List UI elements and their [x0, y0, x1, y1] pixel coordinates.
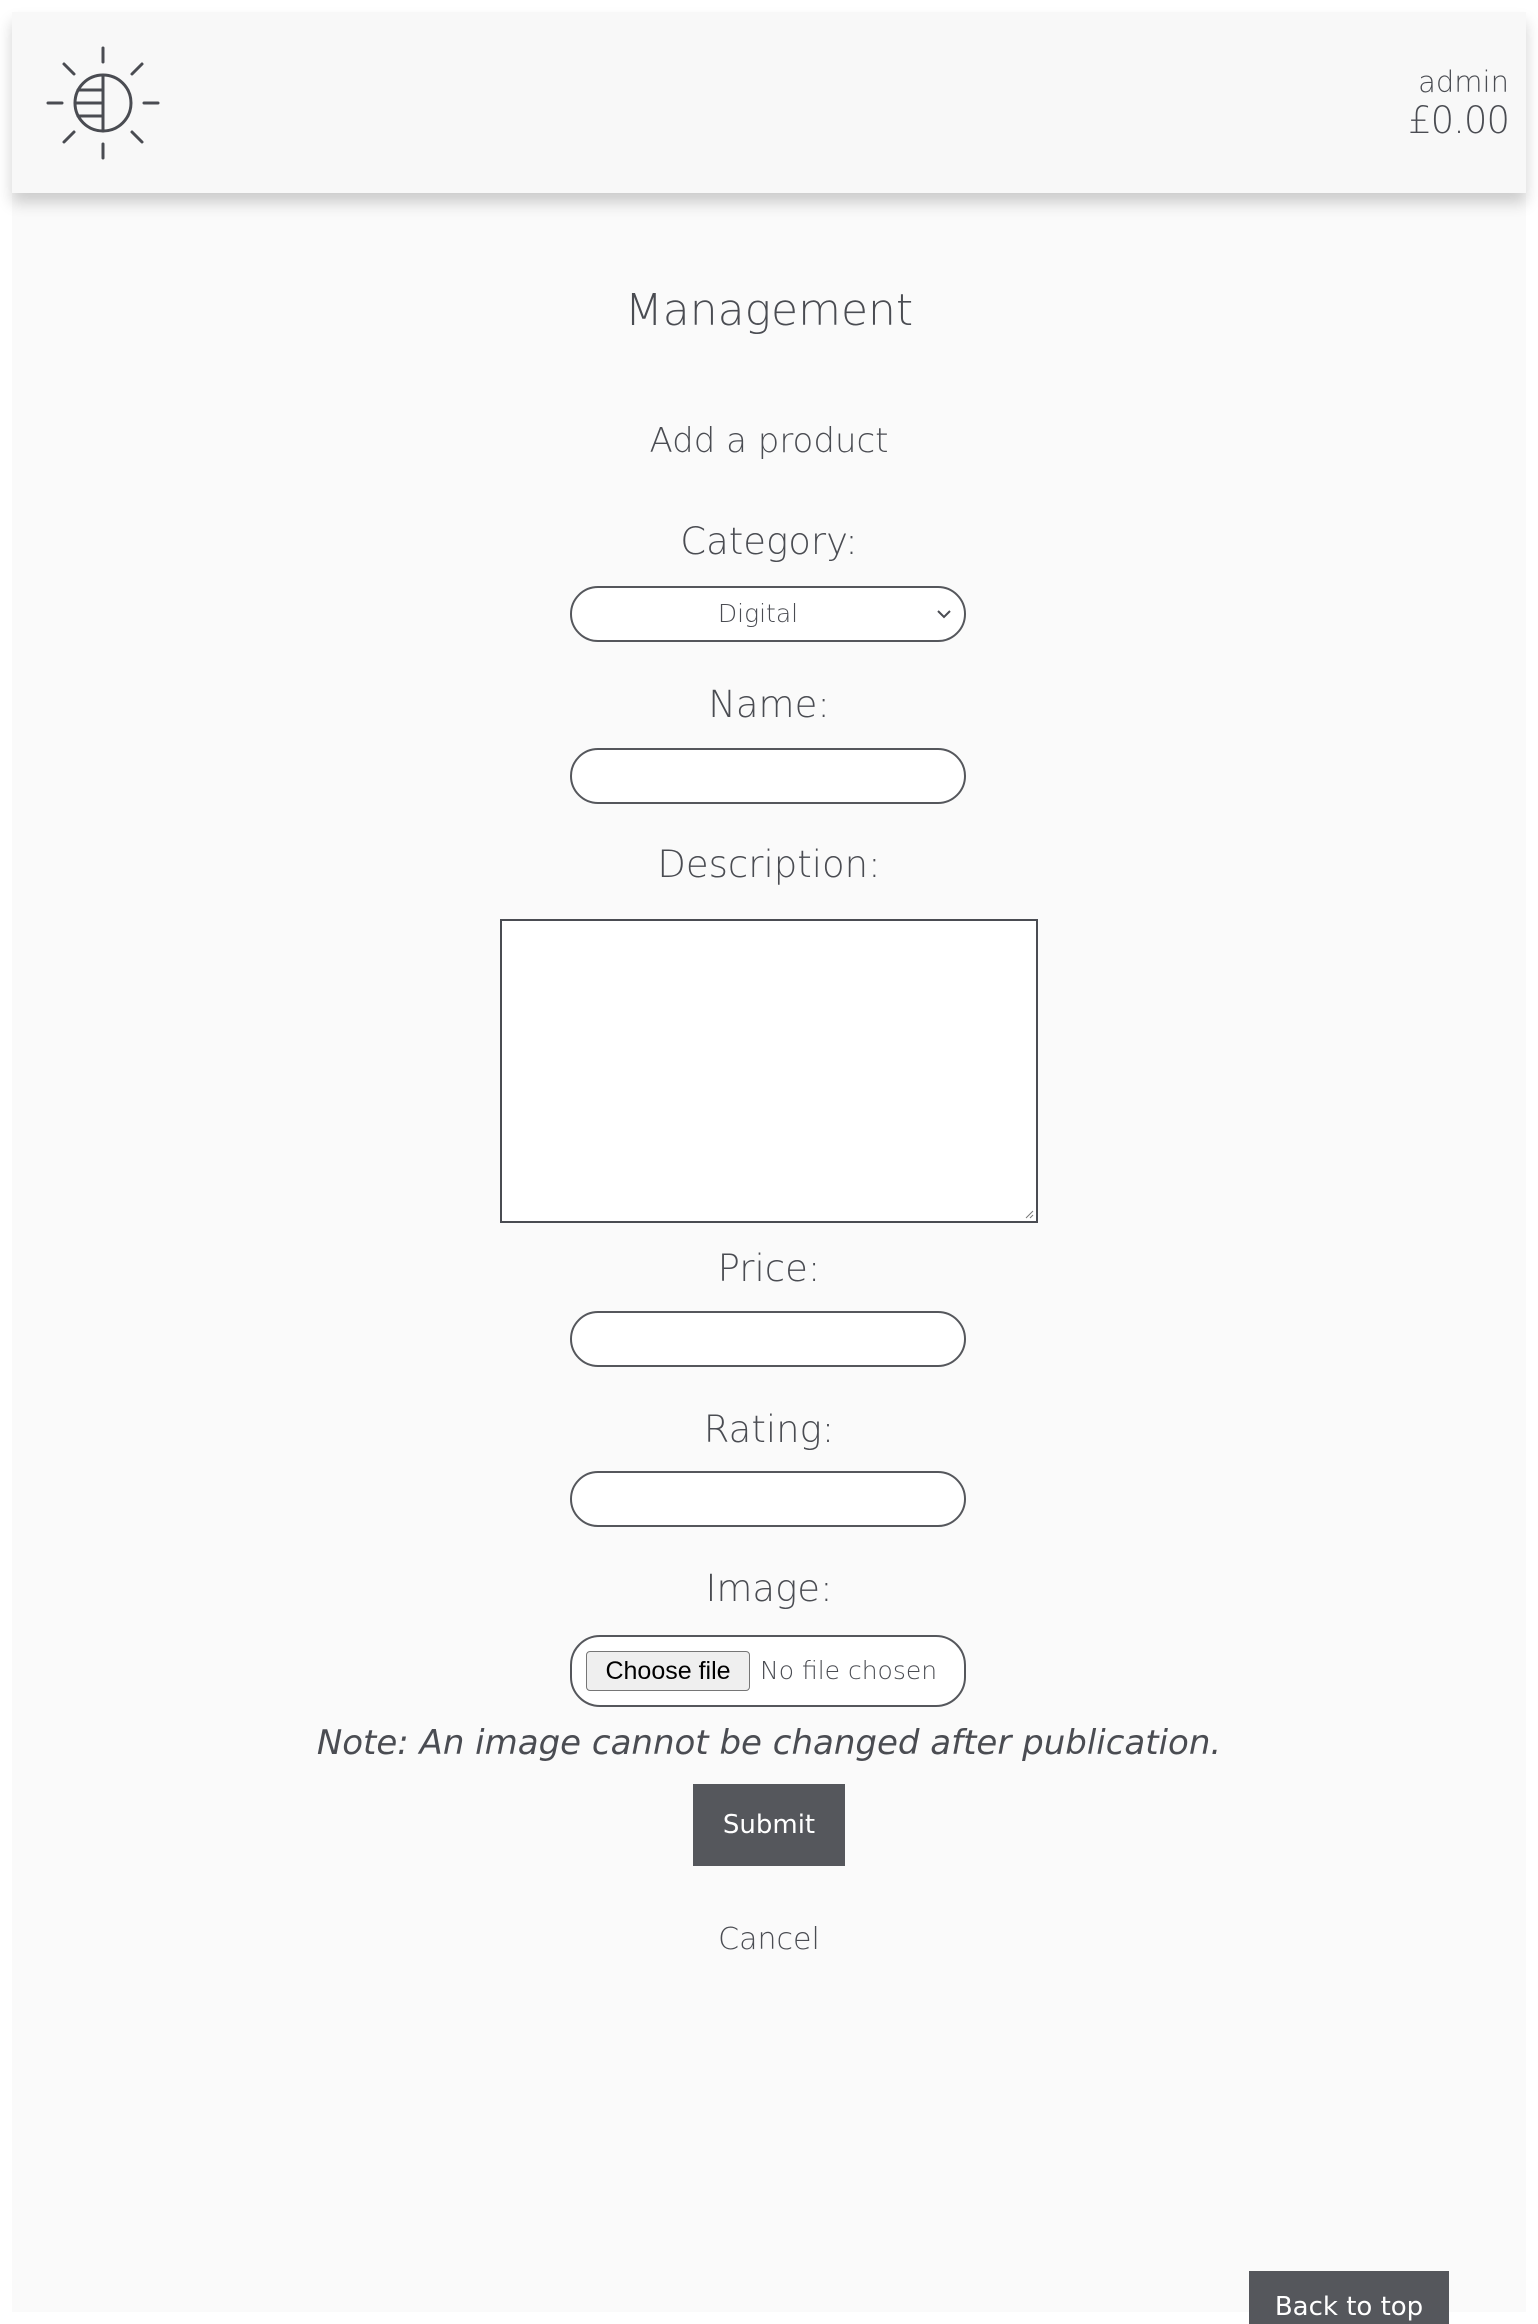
- rating-label: Rating:: [703, 1408, 835, 1451]
- category-selected-value: Digital: [717, 599, 799, 628]
- user-name[interactable]: admin: [1408, 64, 1509, 100]
- choose-file-button[interactable]: Choose file: [586, 1651, 750, 1691]
- site-header: admin £0.00: [12, 12, 1526, 193]
- category-label: Category:: [680, 520, 858, 563]
- user-info: admin £0.00: [1408, 64, 1510, 142]
- file-status: No file chosen: [760, 1656, 938, 1685]
- resize-grip-icon[interactable]: [1024, 1209, 1034, 1219]
- page: admin £0.00 Management Add a product Cat…: [12, 12, 1526, 2324]
- price-label: Price:: [717, 1247, 821, 1290]
- category-select[interactable]: Digital: [570, 586, 966, 642]
- cancel-link[interactable]: Cancel: [12, 1922, 1526, 1958]
- page-title: Management: [624, 285, 914, 336]
- form-subtitle: Add a product: [649, 421, 889, 461]
- rating-input[interactable]: [570, 1471, 966, 1527]
- back-to-top-button[interactable]: Back to top: [1249, 2271, 1449, 2324]
- image-label: Image:: [705, 1567, 833, 1610]
- image-note: Note: An image cannot be changed after p…: [316, 1723, 1222, 1763]
- account-balance: £0.00: [1408, 99, 1510, 142]
- brightness-contrast-icon[interactable]: [42, 42, 164, 164]
- name-label: Name:: [708, 683, 830, 726]
- image-file-input[interactable]: Choose file No file chosen: [570, 1635, 966, 1707]
- price-input[interactable]: [570, 1311, 966, 1367]
- description-label: Description:: [657, 843, 881, 886]
- description-textarea[interactable]: [500, 919, 1038, 1223]
- name-input[interactable]: [570, 748, 966, 804]
- chevron-down-icon: [937, 610, 951, 619]
- submit-button[interactable]: Submit: [693, 1784, 845, 1866]
